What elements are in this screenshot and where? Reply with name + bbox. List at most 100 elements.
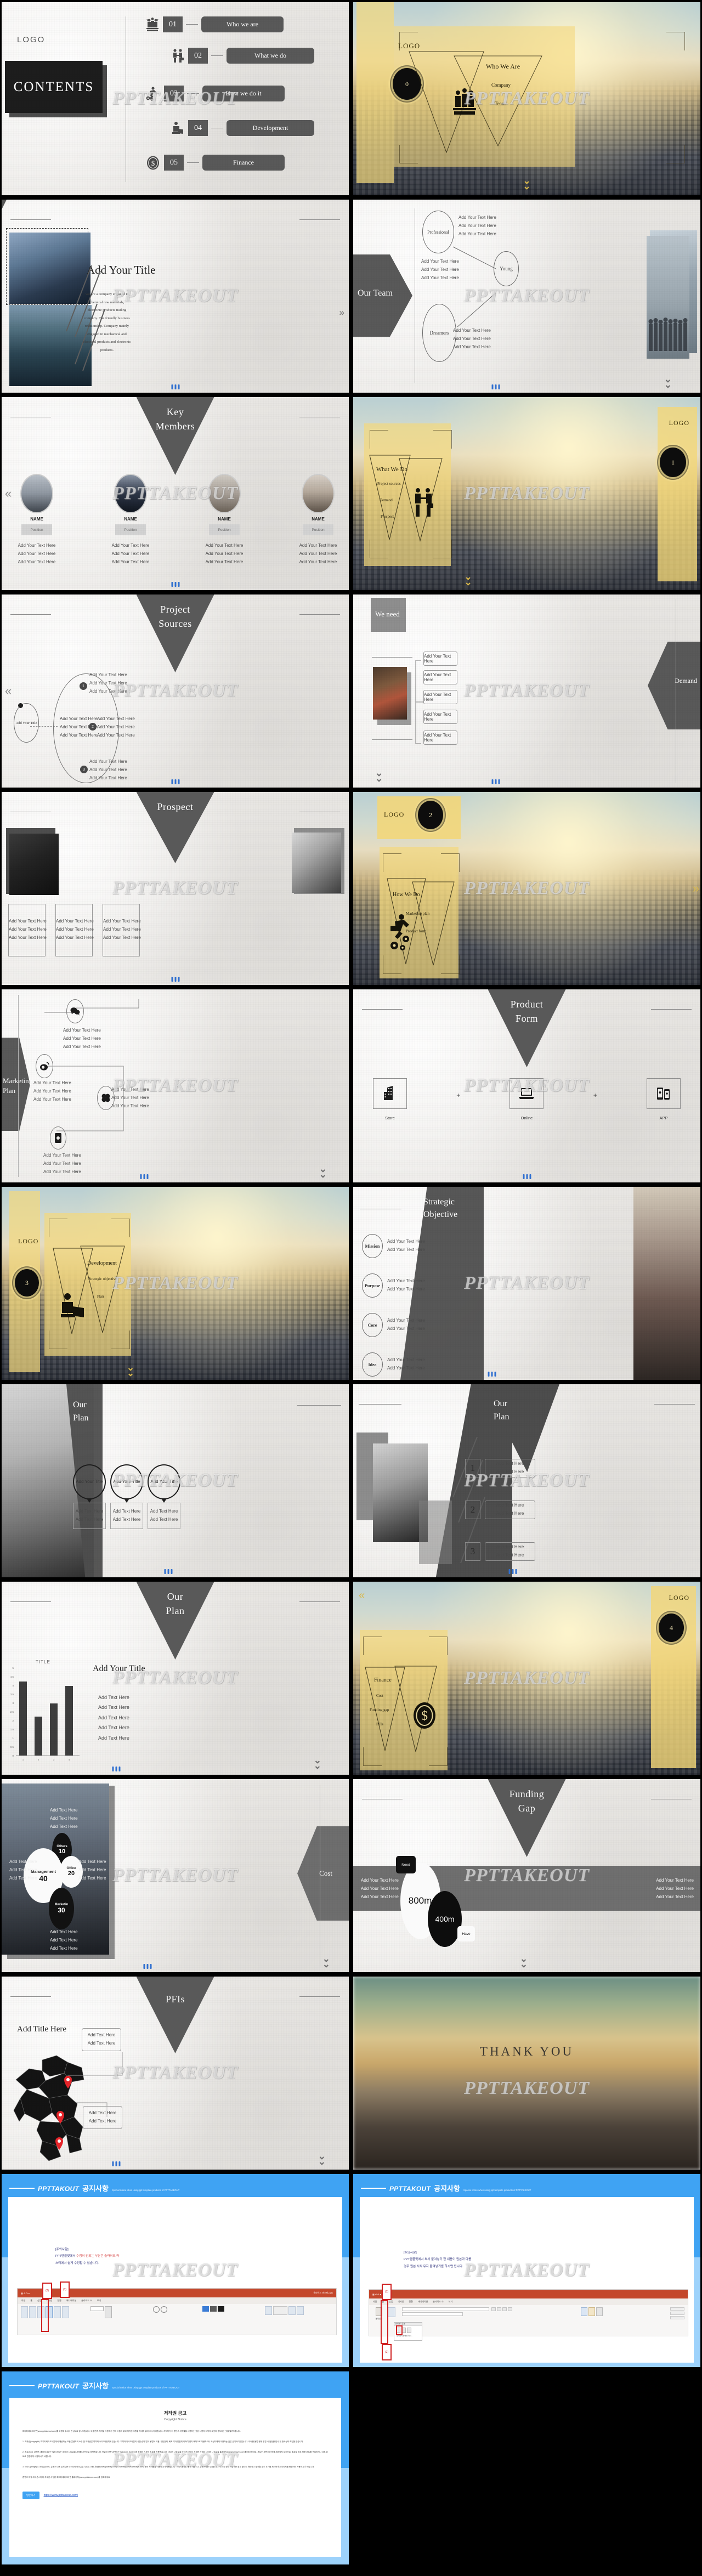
slide-our-plan-chart[interactable]: Our Plan TITLE 5 4.5 4 3.5 3 2.5 2 1.5 1 0.5 0 1… — [2, 1582, 349, 1775]
pagination-dots[interactable] — [112, 1767, 121, 1771]
para-icon[interactable] — [491, 2307, 496, 2311]
pagination-dots[interactable] — [488, 1372, 496, 1377]
para-icon[interactable] — [502, 2307, 507, 2311]
scroll-down-chevron[interactable]: ⌄ ⌄ — [465, 572, 472, 587]
select-icon[interactable] — [670, 2316, 684, 2319]
ribbon-tabs[interactable]: 파일 홈 삽입 디자인 전환 애니메이션 슬라이드 쇼 보기 — [369, 2298, 688, 2305]
contents-item-5[interactable]: $ 05 Finance — [145, 155, 285, 171]
visit-row[interactable]: 방문하기 https://www.ppttakeout.com/ — [22, 2492, 328, 2500]
ribbon-icon[interactable] — [62, 2306, 69, 2318]
product-card-online[interactable]: Online — [509, 1078, 544, 1120]
slide-notice-3[interactable]: PPTTAKOUT 공지사항 Special notice when using… — [2, 2371, 349, 2564]
scroll-down-chevron[interactable]: ⌄ ⌄ — [523, 176, 530, 191]
tab[interactable]: 애니메이션 — [418, 2300, 428, 2303]
arrange-icon[interactable] — [588, 2307, 595, 2316]
contents-label-4[interactable]: Development — [227, 120, 314, 136]
tab[interactable]: 전환 — [409, 2300, 412, 2303]
contents-item-2[interactable]: 02 What we do — [171, 48, 314, 64]
new-slide-icon[interactable] — [388, 2307, 395, 2317]
slide-strategic-objective[interactable]: Strategic Objective Mission Add Your Tex… — [353, 1187, 700, 1380]
pagination-dots[interactable] — [140, 1174, 149, 1179]
ribbon-icon[interactable] — [54, 2306, 61, 2318]
slide-how-we-do[interactable]: LOGO 2 How We Do Marketing plan Product … — [353, 792, 700, 985]
para-icon[interactable] — [508, 2307, 512, 2311]
plan-bubble-3[interactable]: Add Your Title Add Text Here Add Text He… — [148, 1464, 180, 1529]
slide-product-form[interactable]: Product Form Store + Online + APP PPTTAK… — [353, 989, 700, 1182]
pagination-dots[interactable] — [171, 582, 179, 587]
slide-key-members[interactable]: Key Members « NAME Position Add Your Tex… — [2, 397, 349, 590]
contents-label-5[interactable]: Finance — [202, 155, 285, 171]
slide-what-we-do[interactable]: What We Do Project sources Demand Prospe… — [353, 397, 700, 590]
slide-marketing-plan[interactable]: Marketing Plan Add Your Text Here Add Yo… — [2, 989, 349, 1182]
slide-who-we-are[interactable]: LOGO 0 Who We Are Company Team ⌄ ⌄ PPTTAK… — [353, 2, 700, 195]
member-card[interactable]: NAME Position Add Your Text Here Add You… — [111, 474, 150, 566]
tab[interactable]: 전환 — [57, 2299, 61, 2302]
slide-we-need[interactable]: We need Demand Add Your Text Here Add Yo… — [353, 595, 700, 788]
strategic-row-3[interactable]: Core Add Your Text Here Add Your Text He… — [362, 1313, 425, 1337]
slide-our-plan-2[interactable]: Our Plan 1 Add Text Here Add Text Here 2… — [353, 1384, 700, 1577]
tab[interactable]: 파일 — [373, 2300, 377, 2303]
need-item-3[interactable]: Add Your Text Here — [423, 690, 457, 704]
ribbon-icon[interactable] — [21, 2306, 28, 2318]
slide-thank-you[interactable]: THANK YOU PPTTAKEOUT — [353, 1977, 700, 2170]
plan-step-1[interactable]: 1 Add Text Here Add Text Here — [465, 1459, 535, 1477]
scroll-down-chevron[interactable]: ⌄ ⌄ — [314, 1756, 321, 1770]
slide-cost[interactable]: Cost Others 10 Management 40 Office 20 M… — [2, 1779, 349, 1972]
prospect-box-1[interactable]: Add Your Text Here Add Your Text Here Ad… — [8, 904, 47, 956]
need-item-5[interactable]: Add Your Text Here — [423, 731, 457, 745]
style-icon[interactable] — [596, 2307, 603, 2316]
ribbon-icon[interactable] — [273, 2306, 288, 2315]
slide-project-sources[interactable]: Project Sources « Add Your Title 1 2 3 A… — [2, 595, 349, 788]
scroll-down-chevron[interactable]: ⌄ ⌄ — [127, 1363, 134, 1378]
pagination-dots[interactable] — [491, 384, 500, 389]
plan-step-2[interactable]: 2 Add Text Here Add Text Here — [465, 1501, 535, 1519]
ribbon-icon[interactable] — [297, 2306, 304, 2315]
slide-contents[interactable]: LOGO CONTENTS 01 Who we are 02 What we d… — [2, 2, 349, 195]
para-icon[interactable] — [497, 2307, 501, 2311]
pfis-box-1[interactable]: Add Text Here Add Text Here — [82, 2028, 121, 2051]
slide-company-profile[interactable]: Company Profile Add Your Title We are a … — [2, 200, 349, 393]
pagination-dots[interactable] — [112, 2161, 121, 2166]
font-size-box[interactable] — [402, 2312, 463, 2316]
tab[interactable]: 보기 — [97, 2299, 101, 2302]
prev-chevron[interactable]: « — [5, 684, 12, 698]
slide-our-team[interactable]: Our Team Professional Young Dreamers Add… — [353, 200, 700, 393]
scroll-down-chevron[interactable]: ⌄ ⌄ — [375, 768, 383, 783]
ribbon-tabs[interactable]: 파일 홈 삽입 디자인 전환 애니메이션 슬라이드 쇼 보기 — [18, 2297, 336, 2304]
product-card-store[interactable]: Store — [373, 1078, 407, 1120]
slide-notice-1[interactable]: PPTTAKOUT 공지사항 Special notice when using… — [2, 2174, 349, 2367]
pfis-box-2[interactable]: Add Text Here Add Text Here — [83, 2106, 122, 2129]
pagination-dots[interactable] — [171, 977, 179, 982]
ribbon-icon[interactable] — [104, 2306, 112, 2318]
strategic-row-4[interactable]: Idea Add Your Text Here Add Your Text He… — [362, 1352, 425, 1377]
slide-funding-gap[interactable]: Funding Gap Need 800m 400m Have Add Your… — [353, 1779, 700, 1972]
contents-label-2[interactable]: What we do — [227, 48, 314, 64]
zoom-icon[interactable] — [153, 2306, 160, 2313]
pagination-dots[interactable] — [171, 384, 179, 389]
member-card[interactable]: NAME Position Add Your Text Here Add You… — [17, 474, 56, 566]
tab[interactable]: 홈 — [30, 2299, 32, 2302]
fit-icon[interactable] — [161, 2306, 168, 2313]
pagination-dots[interactable] — [171, 779, 179, 784]
scroll-down-chevron[interactable]: ⌄ ⌄ — [319, 1164, 327, 1179]
prev-chevron[interactable]: « — [5, 486, 12, 501]
slide-finance[interactable]: LOGO 4 Finance Cost Funding gap PFIs $ «… — [353, 1582, 700, 1775]
pagination-dots[interactable] — [164, 1569, 173, 1574]
member-card[interactable]: NAME Position Add Your Text Here Add You… — [298, 474, 338, 566]
pagination-dots[interactable] — [491, 779, 500, 784]
scroll-down-chevron[interactable]: ⌄ ⌄ — [664, 375, 672, 389]
tab[interactable]: 애니메이션 — [66, 2299, 76, 2302]
replace-icon[interactable] — [670, 2312, 684, 2315]
contents-label-1[interactable]: Who we are — [201, 16, 284, 32]
strategic-row-2[interactable]: Purpose Add Your Text Here Add Your Text… — [362, 1273, 425, 1298]
product-card-app[interactable]: APP — [646, 1078, 681, 1120]
bw-swatch[interactable] — [217, 2306, 224, 2312]
visit-button[interactable]: 방문하기 — [22, 2492, 39, 2500]
need-item-2[interactable]: Add Your Text Here — [423, 670, 457, 684]
tab[interactable]: 파일 — [21, 2299, 25, 2302]
tab[interactable]: 삽입 — [389, 2300, 393, 2303]
ribbon-icon[interactable] — [29, 2306, 36, 2318]
greyscale-swatch[interactable] — [210, 2306, 217, 2312]
contents-label-3[interactable]: How we do it — [202, 86, 285, 101]
slide-prospect[interactable]: Prospect Add Your Text Here Add Your Tex… — [2, 792, 349, 985]
